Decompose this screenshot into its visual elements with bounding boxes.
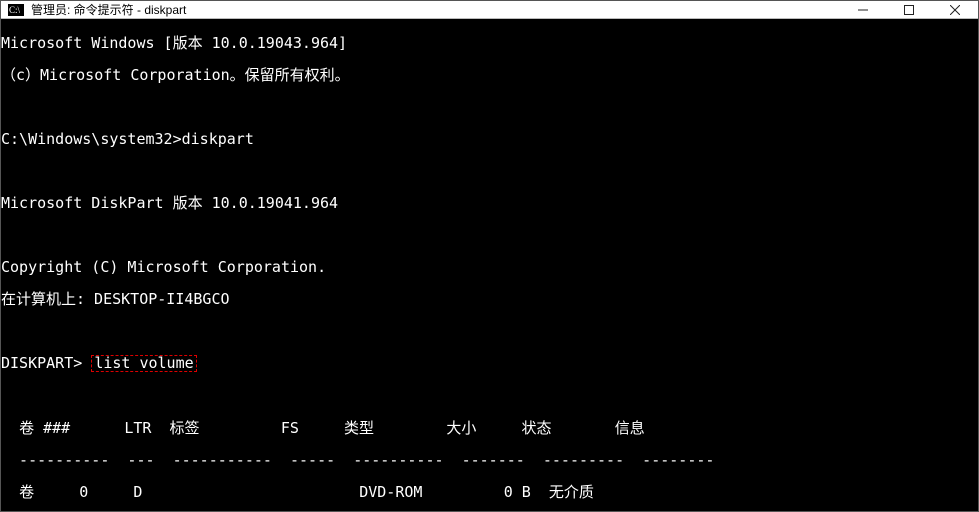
line-prompt1: C:\Windows\system32>diskpart xyxy=(1,131,978,147)
cmd-icon: C:\ xyxy=(7,3,25,17)
table-header: 卷 ### LTR 标签 FS 类型 大小 状态 信息 xyxy=(1,420,978,436)
cmd-listvolume: list volume xyxy=(91,355,196,372)
hdr-label: 标签 xyxy=(170,419,200,437)
line-dpver: Microsoft DiskPart 版本 10.0.19041.964 xyxy=(1,195,978,211)
line-winver: Microsoft Windows [版本 10.0.19043.964] xyxy=(1,35,978,51)
hdr-fs: FS xyxy=(281,419,299,437)
blank xyxy=(1,163,978,179)
line-copyright2: Copyright (C) Microsoft Corporation. xyxy=(1,259,978,275)
hdr-type: 类型 xyxy=(344,419,374,437)
title-bar: C:\ 管理员: 命令提示符 - diskpart xyxy=(1,1,978,19)
blank xyxy=(1,323,978,339)
line-copyright1: （c）Microsoft Corporation。保留所有权利。 xyxy=(1,67,978,83)
minimize-button[interactable] xyxy=(840,1,886,18)
hdr-info: 信息 xyxy=(615,419,645,437)
dp-prompt: DISKPART> xyxy=(1,354,91,372)
console-area[interactable]: Microsoft Windows [版本 10.0.19043.964] （c… xyxy=(1,19,978,511)
window-controls xyxy=(840,1,978,18)
hdr-size: 大小 xyxy=(446,419,476,437)
line-oncomputer: 在计算机上: DESKTOP-II4BGCO xyxy=(1,291,978,307)
blank xyxy=(1,388,978,404)
svg-text:C:\: C:\ xyxy=(9,5,21,15)
blank xyxy=(1,227,978,243)
table-underline: ---------- --- ----------- ----- -------… xyxy=(1,452,978,468)
blank xyxy=(1,99,978,115)
table-row: 卷 0 D DVD-ROM 0 B 无介质 xyxy=(1,484,978,500)
window-title: 管理员: 命令提示符 - diskpart xyxy=(31,1,186,18)
hdr-ltr: LTR xyxy=(124,419,151,437)
cmd-diskpart: diskpart xyxy=(182,130,254,148)
prompt-path: C:\Windows\system32> xyxy=(1,130,182,148)
close-button[interactable] xyxy=(932,1,978,18)
line-listvolume: DISKPART> list volume xyxy=(1,355,978,372)
maximize-button[interactable] xyxy=(886,1,932,18)
hdr-vol: 卷 ### xyxy=(19,419,70,437)
hdr-status: 状态 xyxy=(521,419,551,437)
